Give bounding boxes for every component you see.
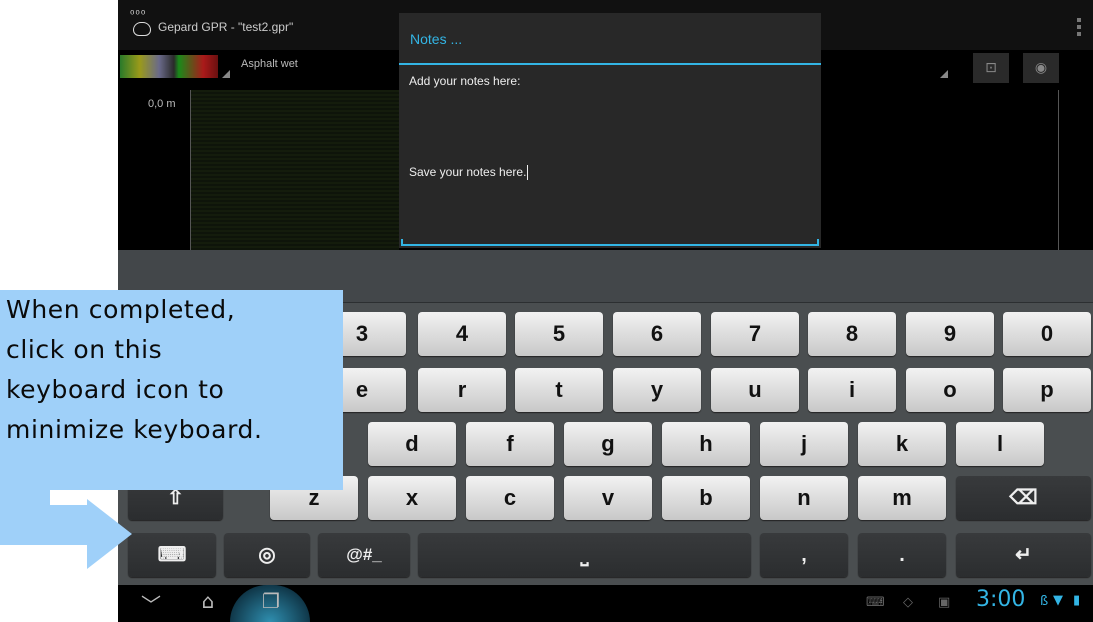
callout-line-2: click on this: [6, 335, 163, 364]
color-scale-selector[interactable]: [120, 55, 218, 78]
key-m[interactable]: m: [858, 476, 946, 520]
paw-logo-icon: ⁰⁰⁰: [130, 9, 158, 40]
radargram-view[interactable]: [190, 90, 399, 250]
text-caret: [527, 165, 529, 181]
wifi-icon: ▼: [1053, 593, 1063, 608]
notes-input[interactable]: Save your notes here.: [409, 165, 529, 181]
key-d[interactable]: d: [368, 422, 456, 466]
callout-line-4: minimize keyboard.: [6, 415, 263, 444]
key-r[interactable]: r: [418, 368, 506, 412]
battery-icon: ▮: [1073, 593, 1081, 608]
key-i[interactable]: i: [808, 368, 896, 412]
key-k[interactable]: k: [858, 422, 946, 466]
key-g[interactable]: g: [564, 422, 652, 466]
notes-prompt: Add your notes here:: [409, 74, 521, 88]
hide-keyboard-key[interactable]: ⌨: [128, 533, 216, 577]
arrow-right-icon: [87, 499, 132, 569]
notes-input-text: Save your notes here.: [409, 165, 527, 179]
eye-icon: ◉: [1034, 60, 1048, 76]
tutorial-callout: When completed, click on this keyboard i…: [0, 290, 343, 490]
key-6[interactable]: 6: [613, 312, 701, 356]
key-9[interactable]: 9: [906, 312, 994, 356]
back-button[interactable]: ﹀: [136, 589, 166, 618]
callout-line-3: keyboard icon to: [6, 375, 225, 404]
backspace-key[interactable]: ⌫: [956, 476, 1091, 520]
key-5[interactable]: 5: [515, 312, 603, 356]
key-o[interactable]: o: [906, 368, 994, 412]
key-l[interactable]: l: [956, 422, 1044, 466]
view-button[interactable]: ◉: [1023, 53, 1059, 83]
period-key[interactable]: .: [858, 533, 946, 577]
map-button[interactable]: ⊡: [973, 53, 1009, 83]
key-n[interactable]: n: [760, 476, 848, 520]
key-u[interactable]: u: [711, 368, 799, 412]
key-4[interactable]: 4: [418, 312, 506, 356]
symbols-key[interactable]: @#_: [318, 533, 410, 577]
space-icon: ⎵: [580, 544, 589, 566]
key-0[interactable]: 0: [1003, 312, 1091, 356]
keyboard-hide-icon: ⌨: [157, 544, 187, 566]
app-title: Gepard GPR - "test2.gpr": [158, 20, 294, 34]
callout-arrow: [0, 505, 87, 545]
key-t[interactable]: t: [515, 368, 603, 412]
globe-icon: ◎: [258, 544, 276, 566]
space-key[interactable]: ⎵: [418, 533, 751, 577]
clock: 3:00: [976, 587, 1026, 612]
key-v[interactable]: v: [564, 476, 652, 520]
dropdown-indicator-icon: [222, 70, 230, 78]
key-x[interactable]: x: [368, 476, 456, 520]
map-icon: ⊡: [985, 60, 997, 76]
recents-button[interactable]: ❐: [256, 589, 286, 613]
key-8[interactable]: 8: [808, 312, 896, 356]
dropdown-indicator-icon: [940, 70, 948, 78]
overflow-menu-icon[interactable]: [1077, 18, 1081, 39]
bluetooth-icon: ß: [1040, 594, 1049, 609]
key-c[interactable]: c: [466, 476, 554, 520]
key-y[interactable]: y: [613, 368, 701, 412]
key-p[interactable]: p: [1003, 368, 1091, 412]
radargram-boundary: [1058, 90, 1059, 250]
depth-label: 0,0 m: [148, 98, 176, 110]
gps-icon: ◇: [903, 595, 913, 610]
input-underline: [401, 239, 819, 246]
key-j[interactable]: j: [760, 422, 848, 466]
key-b[interactable]: b: [662, 476, 750, 520]
dialog-title: Notes ...: [410, 31, 463, 47]
key-h[interactable]: h: [662, 422, 750, 466]
language-key[interactable]: ◎: [224, 533, 310, 577]
key-f[interactable]: f: [466, 422, 554, 466]
comma-key[interactable]: ,: [760, 533, 848, 577]
callout-line-1: When completed,: [6, 295, 236, 324]
dialog-divider: [399, 63, 821, 65]
image-icon: ▣: [938, 595, 951, 610]
material-selector[interactable]: Asphalt wet: [241, 58, 298, 70]
enter-key[interactable]: ↵: [956, 533, 1091, 577]
key-7[interactable]: 7: [711, 312, 799, 356]
notes-dialog: Notes ... Add your notes here: Save your…: [399, 13, 821, 248]
system-nav-bar: ﹀ ⌂ ❐ ⌨ ◇ ▣ 3:00 ß ▼ ▮: [118, 585, 1093, 622]
home-button[interactable]: ⌂: [193, 589, 223, 613]
keyboard-status-icon: ⌨: [866, 595, 885, 610]
